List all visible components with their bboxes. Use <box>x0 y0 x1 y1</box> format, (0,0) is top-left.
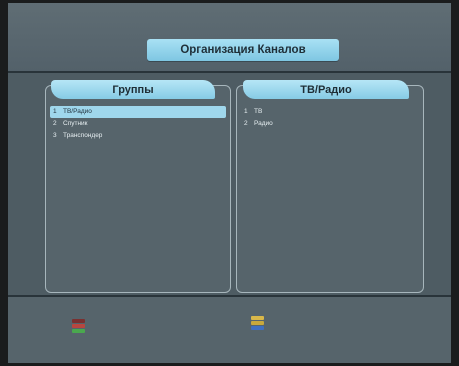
main-area: Группы 1 ТВ/Радио 2 Спутник 3 Транспондер Т… <box>8 73 451 295</box>
list-item[interactable]: 2 Радио <box>241 118 419 130</box>
list-item[interactable]: 2 Спутник <box>50 118 226 130</box>
list-item[interactable]: 1 ТВ <box>241 106 419 118</box>
red-green-buttons-icon <box>72 319 85 333</box>
list-item[interactable]: 1 ТВ/Радио <box>50 106 226 118</box>
dark-red-bar <box>72 319 85 323</box>
item-number: 2 <box>53 120 57 127</box>
tvradio-panel-title: ТВ/Радио <box>243 80 409 99</box>
item-number: 1 <box>53 108 57 115</box>
title-tab: Организация Каналов <box>147 39 339 61</box>
tvradio-panel: ТВ/Радио 1 ТВ 2 Радио <box>236 80 424 293</box>
item-number: 1 <box>244 108 248 115</box>
list-item[interactable]: 3 Транспондер <box>50 130 226 142</box>
header-area: Организация Каналов <box>8 3 451 71</box>
item-label: Транспондер <box>63 132 103 139</box>
dark-yellow-bar <box>251 321 264 325</box>
groups-list: 1 ТВ/Радио 2 Спутник 3 Транспондер <box>50 106 226 142</box>
footer-area <box>8 297 451 363</box>
blue-bar <box>251 326 264 330</box>
item-number: 3 <box>53 132 57 139</box>
groups-panel-title: Группы <box>51 80 215 99</box>
green-bar <box>72 329 85 333</box>
red-bar <box>72 324 85 328</box>
item-label: Радио <box>254 120 273 127</box>
page-title: Организация Каналов <box>180 44 306 56</box>
item-number: 2 <box>244 120 248 127</box>
item-label: Спутник <box>63 120 88 127</box>
yellow-bar <box>251 316 264 320</box>
groups-panel: Группы 1 ТВ/Радио 2 Спутник 3 Транспондер <box>45 80 231 293</box>
yellow-blue-buttons-icon <box>251 316 264 330</box>
tvradio-list: 1 ТВ 2 Радио <box>241 106 419 130</box>
screen: Организация Каналов Группы 1 ТВ/Радио 2 Сп… <box>8 3 451 363</box>
item-label: ТВ/Радио <box>63 108 92 115</box>
item-label: ТВ <box>254 108 263 115</box>
